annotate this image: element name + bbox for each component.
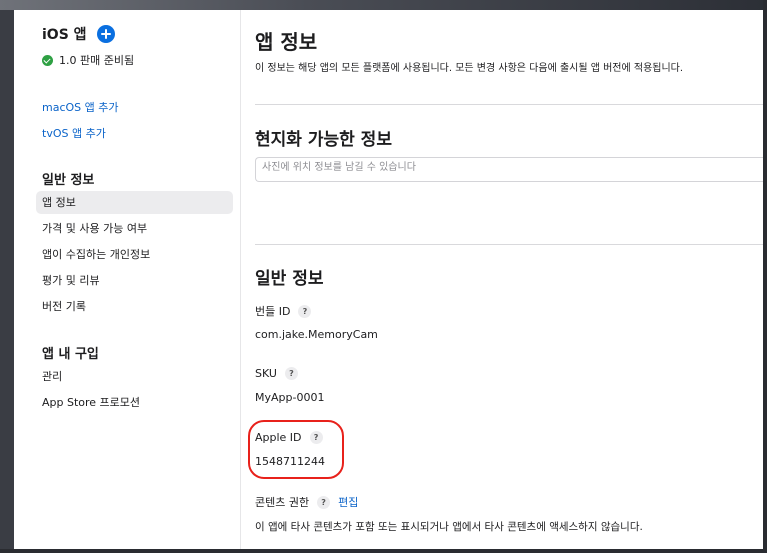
localizable-text-field[interactable]: 사진에 위치 정보를 남길 수 있습니다: [255, 157, 763, 182]
version-status-text: 1.0 판매 준비됨: [59, 54, 135, 67]
desktop-background: [0, 0, 767, 10]
help-icon[interactable]: ?: [298, 304, 312, 318]
sku-label-text: SKU: [255, 367, 277, 380]
desktop-edge-right: [763, 0, 767, 553]
content-rights-label: 콘텐츠 권한 ? 편집: [255, 494, 358, 510]
app-store-connect-window: iOS 앱 1.0 판매 준비됨 macOS 앱 추가 tvOS 앱 추가 일반…: [14, 10, 763, 549]
content-rights-edit-link[interactable]: 편집: [338, 494, 358, 510]
bundle-id-value: com.jake.MemoryCam: [255, 328, 378, 341]
apple-id-highlight-annotation: [248, 420, 344, 479]
checkmark-circle-icon: [42, 54, 53, 66]
add-macos-app-link[interactable]: macOS 앱 추가: [42, 99, 119, 115]
bundle-id-label: 번들 ID ?: [255, 303, 312, 319]
sidebar-item-ratings[interactable]: 평가 및 리뷰: [36, 269, 233, 292]
localizable-info-title: 현지화 가능한 정보: [255, 130, 392, 150]
sidebar-item-version-history[interactable]: 버전 기록: [36, 295, 233, 318]
general-info-heading: 일반 정보: [42, 173, 95, 188]
sidebar-item-manage[interactable]: 관리: [36, 365, 233, 388]
help-icon[interactable]: ?: [284, 367, 298, 380]
desktop-edge-bottom: [0, 549, 767, 553]
app-title-text: iOS 앱: [42, 27, 87, 43]
sidebar-divider: [240, 10, 241, 549]
plus-circle-icon[interactable]: [96, 25, 115, 43]
sku-value: MyApp-0001: [255, 391, 325, 404]
add-tvos-app-link[interactable]: tvOS 앱 추가: [42, 125, 106, 141]
main-content: 앱 정보 이 정보는 해당 앱의 모든 플랫폼에 사용됩니다. 모든 변경 사항…: [240, 10, 763, 549]
bundle-id-label-text: 번들 ID: [255, 305, 291, 318]
sidebar-item-app-info[interactable]: 앱 정보: [36, 191, 233, 214]
sidebar-item-app-store-promotion[interactable]: App Store 프로모션: [36, 391, 233, 414]
divider: [255, 244, 763, 245]
in-app-purchase-heading: 앱 내 구입: [42, 347, 99, 362]
sidebar-item-privacy[interactable]: 앱이 수집하는 개인정보: [36, 243, 233, 266]
version-status[interactable]: 1.0 판매 준비됨: [42, 52, 134, 68]
divider: [255, 104, 763, 105]
app-platform-title: iOS 앱: [42, 24, 115, 44]
page-title: 앱 정보: [255, 30, 318, 54]
sidebar: iOS 앱 1.0 판매 준비됨 macOS 앱 추가 tvOS 앱 추가 일반…: [14, 10, 240, 549]
content-rights-label-text: 콘텐츠 권한: [255, 496, 310, 509]
sku-label: SKU ?: [255, 367, 298, 380]
general-info-title: 일반 정보: [255, 269, 324, 289]
content-rights-value: 이 앱에 타사 콘텐츠가 포함 또는 표시되거나 앱에서 타사 콘텐츠에 액세스…: [255, 521, 643, 533]
sidebar-item-pricing[interactable]: 가격 및 사용 가능 여부: [36, 217, 233, 240]
help-icon[interactable]: ?: [317, 495, 331, 509]
page-description: 이 정보는 해당 앱의 모든 플랫폼에 사용됩니다. 모든 변경 사항은 다음에…: [255, 63, 684, 74]
